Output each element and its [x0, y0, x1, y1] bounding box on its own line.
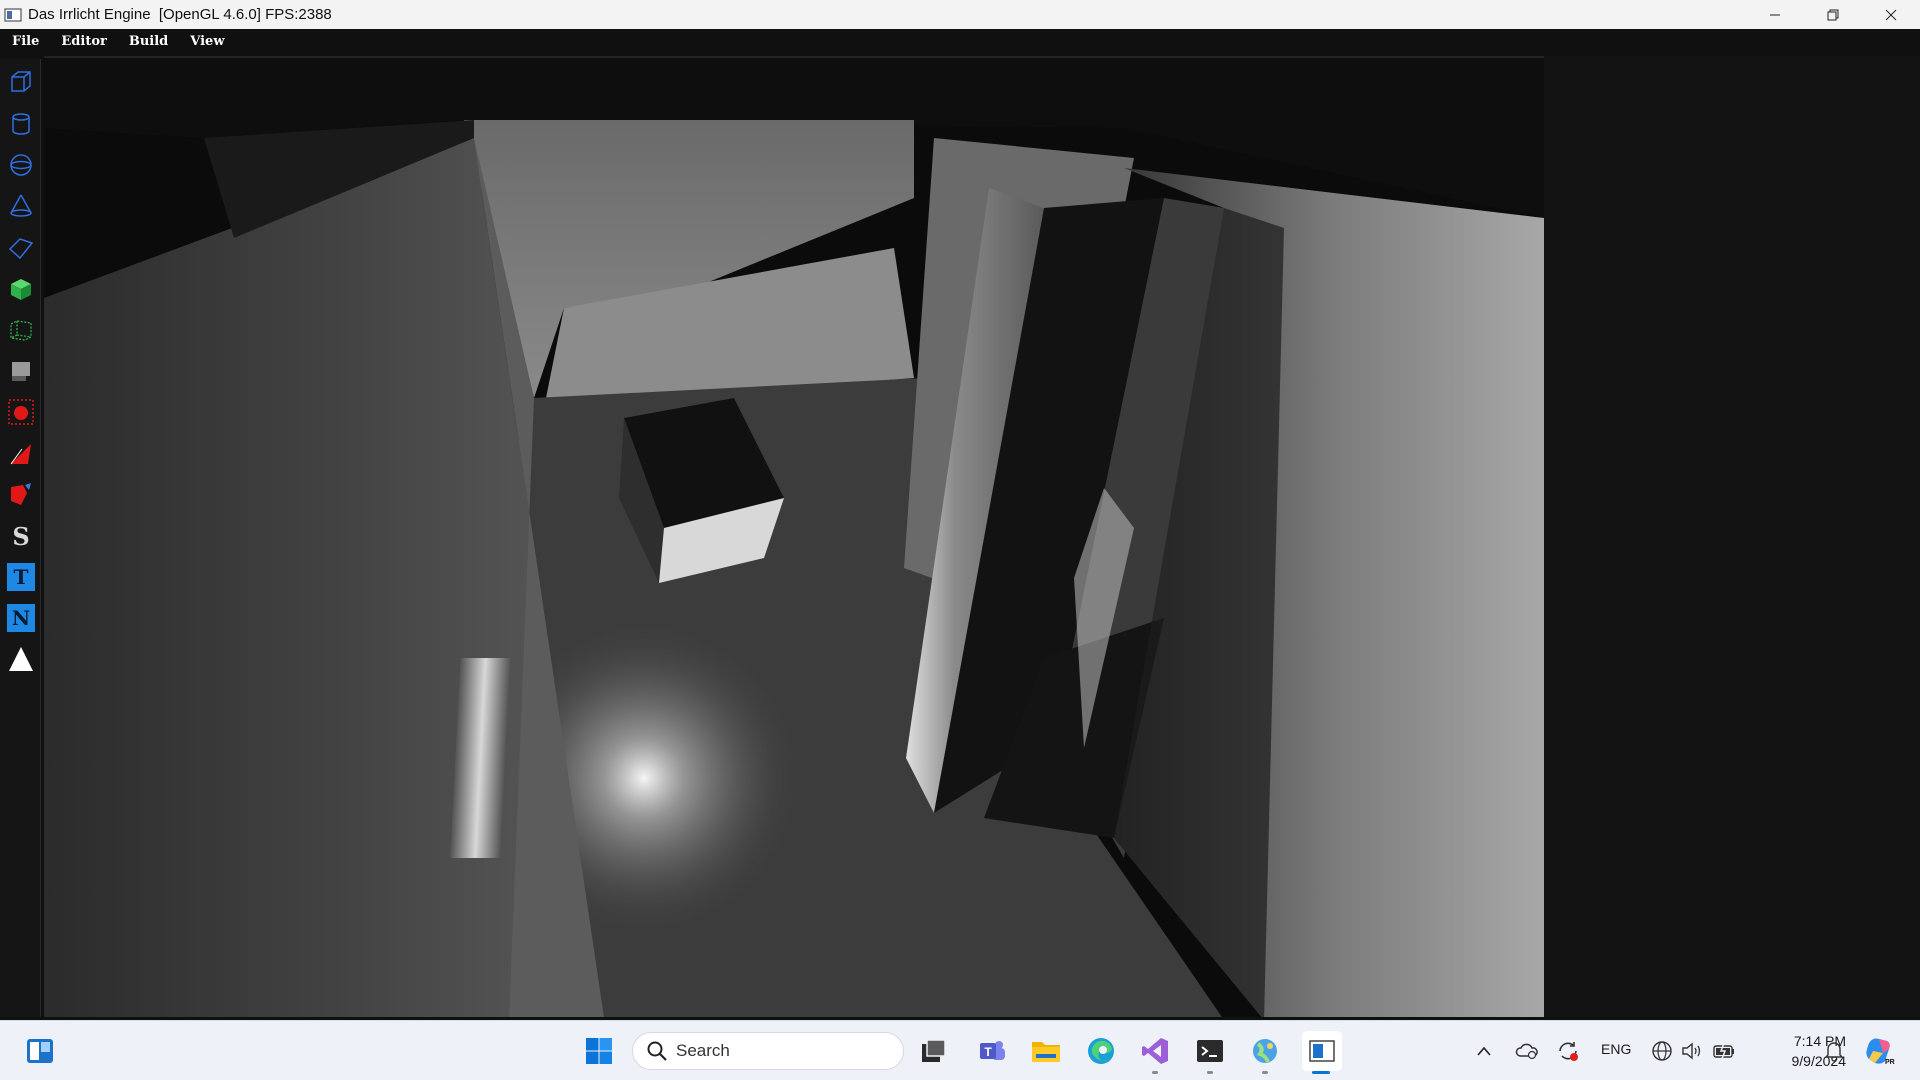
teams-icon: T: [980, 1041, 1005, 1060]
terminal-icon: [1197, 1040, 1223, 1062]
network-tray-button[interactable]: [1648, 1033, 1676, 1069]
node-tool-icon[interactable]: N: [6, 603, 36, 633]
terminal-running-indicator: [1207, 1071, 1213, 1074]
windows-start-icon: [586, 1038, 612, 1064]
visual-studio-icon: [1142, 1038, 1168, 1064]
tool-palette: S T N: [0, 59, 41, 1017]
folder-icon: [1032, 1042, 1060, 1062]
refresh-alert-icon: [1559, 1042, 1578, 1061]
svg-text:T: T: [984, 1045, 992, 1059]
spot-light-tool-icon[interactable]: [6, 438, 36, 468]
point-light-tool-icon[interactable]: [6, 397, 36, 427]
taskbar: Search T ENG 7:14 PM 9/9/2024 PR: [0, 1020, 1920, 1080]
cloud-sync-icon: [1515, 1043, 1538, 1060]
widgets-button[interactable]: [22, 1033, 58, 1069]
start-button[interactable]: [581, 1033, 617, 1069]
visual-studio-button[interactable]: [1137, 1033, 1173, 1069]
file-explorer-button[interactable]: [1028, 1033, 1064, 1069]
battery-tray-button[interactable]: [1709, 1033, 1739, 1069]
notifications-button[interactable]: [1820, 1033, 1848, 1069]
billboard-tool-icon[interactable]: [6, 356, 36, 386]
task-view-button[interactable]: [916, 1033, 952, 1069]
copilot-button[interactable]: PRE: [1860, 1033, 1898, 1069]
plane-tool-icon[interactable]: [6, 233, 36, 263]
globe-app-icon: [1253, 1039, 1277, 1063]
widgets-icon: [27, 1039, 53, 1063]
minimize-button[interactable]: [1746, 0, 1804, 29]
right-dark-panel: [1544, 56, 1920, 1018]
app-icon: [4, 7, 22, 22]
vs-running-indicator: [1152, 1071, 1158, 1074]
sphere-tool-icon[interactable]: [6, 150, 36, 180]
svg-text:PRE: PRE: [1885, 1059, 1895, 1066]
search-placeholder: Search: [676, 1041, 730, 1060]
irrlicht-app-button[interactable]: [1302, 1031, 1342, 1071]
irrlicht-app-icon: [1309, 1040, 1335, 1062]
minimize-icon: [1770, 14, 1780, 15]
bell-icon: [1824, 1042, 1844, 1062]
tray-overflow-button[interactable]: [1472, 1033, 1496, 1069]
battery-charging-icon: [1713, 1042, 1734, 1060]
solid-cube-tool-icon[interactable]: [6, 274, 36, 304]
volume-tray-button[interactable]: [1678, 1033, 1706, 1069]
text-tool-icon[interactable]: T: [6, 562, 36, 592]
script-tool-icon[interactable]: S: [6, 521, 36, 551]
edge-button[interactable]: [1083, 1033, 1119, 1069]
close-button[interactable]: [1862, 0, 1920, 29]
menu-bar: File Editor Build View: [0, 29, 1920, 54]
window-title: Das Irrlicht Engine [OpenGL 4.6.0] FPS:2…: [28, 6, 332, 23]
menu-file[interactable]: File: [12, 34, 39, 49]
restore-icon: [1827, 9, 1839, 20]
restore-button[interactable]: [1804, 0, 1862, 29]
menu-view[interactable]: View: [190, 34, 224, 49]
triangle-tool-icon[interactable]: [6, 644, 36, 674]
menu-build[interactable]: Build: [129, 34, 168, 49]
task-view-icon: [922, 1039, 946, 1062]
teams-button[interactable]: T: [974, 1033, 1010, 1069]
title-bar: Das Irrlicht Engine [OpenGL 4.6.0] FPS:2…: [0, 0, 1920, 29]
active-app-indicator: [1312, 1071, 1330, 1074]
globe-app-button[interactable]: [1247, 1033, 1283, 1069]
edge-browser-icon: [1088, 1038, 1114, 1064]
cone-tool-icon[interactable]: [6, 191, 36, 221]
chevron-up-icon: [1477, 1046, 1491, 1056]
globe-running-indicator: [1262, 1071, 1268, 1074]
speaker-icon: [1682, 1042, 1701, 1060]
onedrive-tray-button[interactable]: [1512, 1033, 1542, 1069]
directional-light-tool-icon[interactable]: [6, 479, 36, 509]
search-icon: [647, 1041, 667, 1061]
close-icon: [1885, 9, 1897, 20]
menu-editor[interactable]: Editor: [61, 34, 106, 49]
3d-viewport[interactable]: [44, 56, 1544, 1018]
copilot-icon: PRE: [1866, 1038, 1895, 1066]
cylinder-tool-icon[interactable]: [6, 109, 36, 139]
update-tray-button[interactable]: [1553, 1033, 1583, 1069]
globe-network-icon: [1652, 1041, 1672, 1061]
language-indicator[interactable]: ENG: [1601, 1041, 1631, 1057]
taskbar-search[interactable]: Search: [632, 1032, 904, 1070]
terrain-tool-icon[interactable]: [6, 315, 36, 345]
cube-wireframe-tool-icon[interactable]: [6, 67, 36, 97]
scene-render: [44, 58, 1544, 1018]
terminal-button[interactable]: [1192, 1033, 1228, 1069]
